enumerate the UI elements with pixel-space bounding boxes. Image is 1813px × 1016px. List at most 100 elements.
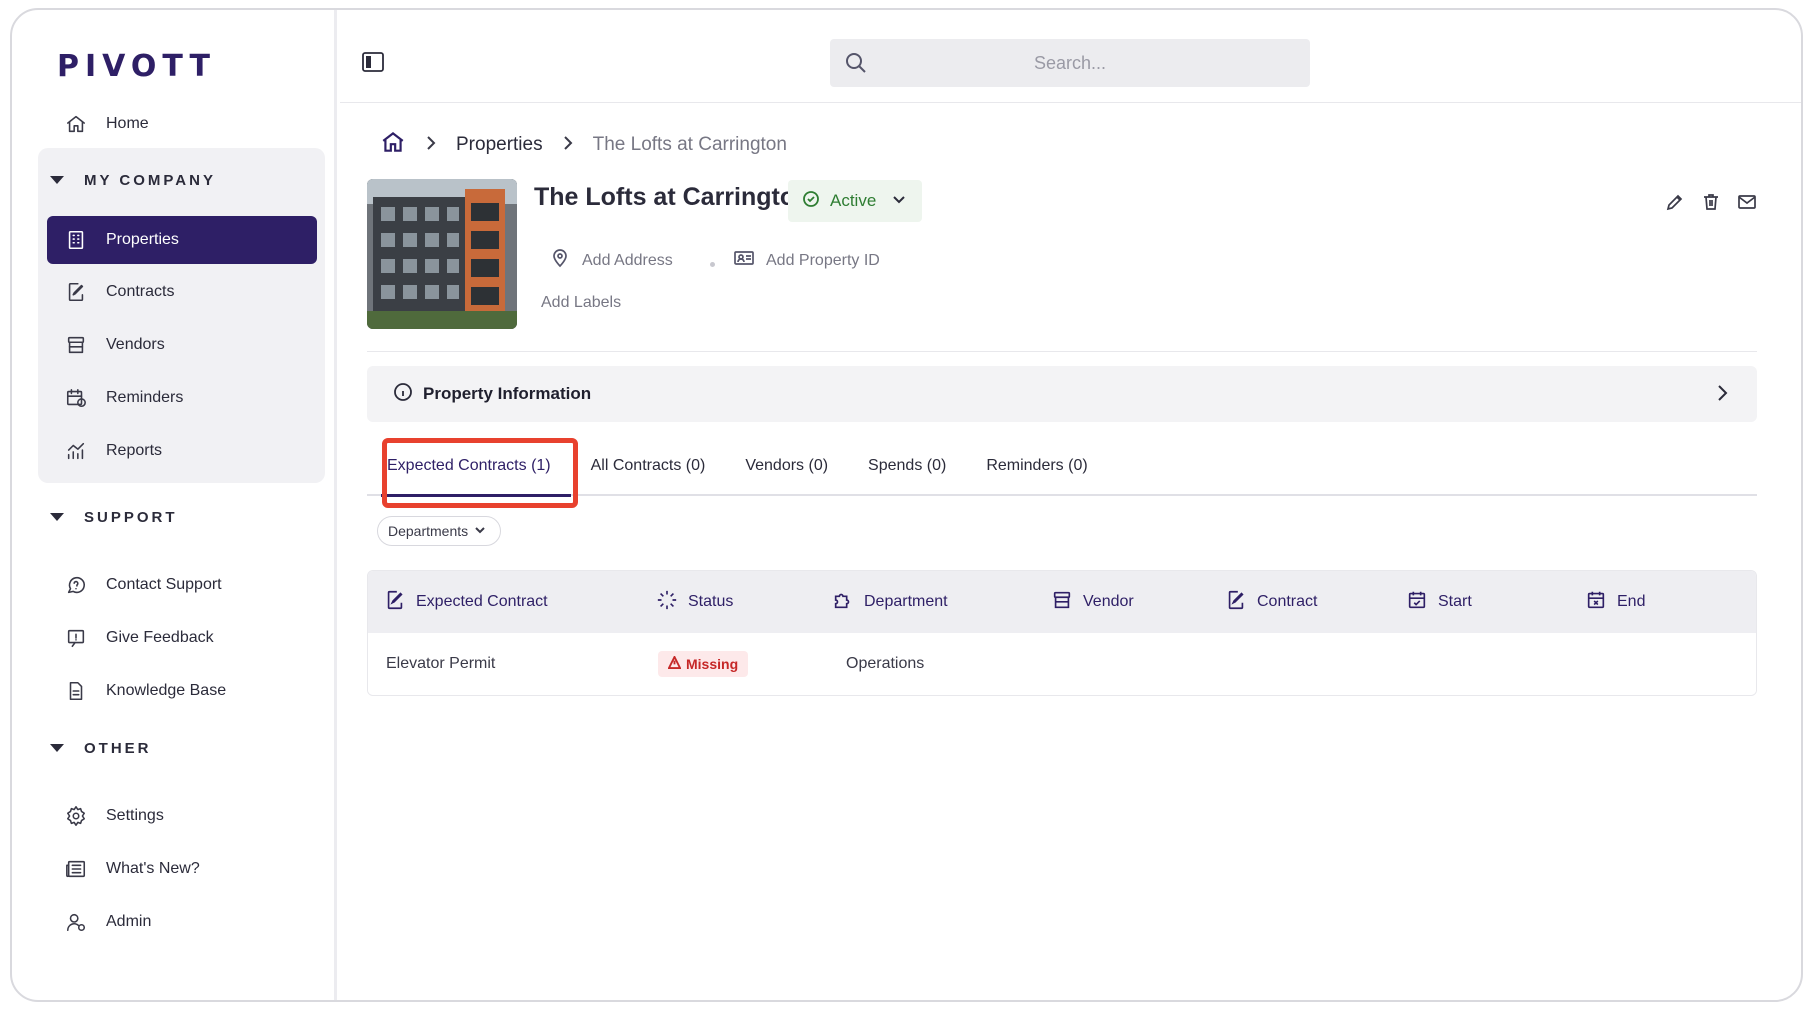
column-vendor[interactable]: Vendor	[1051, 571, 1134, 633]
sidebar-item-reports[interactable]: Reports	[64, 431, 324, 471]
section-other[interactable]: OTHER	[50, 736, 152, 760]
column-label: Contract	[1257, 593, 1318, 610]
sidebar-item-give-feedback[interactable]: Give Feedback	[64, 618, 324, 658]
sidebar-item-label: Knowledge Base	[106, 682, 227, 699]
sidebar-item-reminders[interactable]: Reminders	[64, 378, 324, 418]
sidebar-item-contracts[interactable]: Contracts	[64, 272, 324, 312]
sidebar-item-home[interactable]: Home	[64, 104, 324, 144]
home-icon	[64, 112, 88, 136]
sidebar-item-label: Give Feedback	[106, 629, 214, 646]
cell-department: Operations	[846, 655, 925, 672]
expected-contracts-table: Expected Contract Status Department Vend…	[367, 570, 1757, 696]
column-label: End	[1617, 593, 1646, 610]
header-actions	[1665, 192, 1757, 217]
sidebar-item-knowledge-base[interactable]: Knowledge Base	[64, 671, 324, 711]
add-labels-link[interactable]: Add Labels	[541, 294, 621, 312]
accordion-label: Property Information	[423, 384, 592, 403]
departments-filter[interactable]: Departments	[377, 516, 502, 546]
info-icon	[393, 382, 423, 407]
sidebar-item-admin[interactable]: Admin	[64, 902, 324, 942]
column-status[interactable]: Status	[656, 571, 733, 633]
tab-bar: Expected Contracts (1) All Contracts (0)…	[367, 437, 1757, 497]
gear-icon	[64, 804, 88, 828]
tab-spends[interactable]: Spends (0)	[848, 437, 966, 495]
column-start[interactable]: Start	[1406, 571, 1472, 633]
tab-expected-contracts[interactable]: Expected Contracts (1)	[367, 437, 571, 497]
contract-icon	[1225, 589, 1257, 616]
logo[interactable]: PIVOTT	[57, 46, 216, 86]
sidebar: PIVOTT Home MY COMPANY Properties Contra…	[12, 10, 337, 1000]
column-label: Department	[864, 593, 948, 610]
topbar	[340, 10, 1801, 103]
contract-icon	[64, 280, 88, 304]
edit-pencil-icon[interactable]	[1665, 192, 1685, 217]
table-row[interactable]: Elevator Permit Missing Operations	[368, 633, 1756, 695]
chat-help-icon	[64, 573, 88, 597]
property-photo	[367, 179, 517, 329]
add-property-id-link[interactable]: Add Property ID	[734, 248, 880, 273]
sidebar-item-label: Settings	[106, 807, 164, 824]
tab-reminders[interactable]: Reminders (0)	[966, 437, 1107, 495]
sidebar-item-label: Reminders	[106, 389, 184, 406]
calendar-clock-icon	[64, 386, 88, 410]
admin-user-icon	[64, 910, 88, 934]
sidebar-toggle-icon[interactable]	[362, 52, 384, 72]
building-icon	[64, 228, 88, 252]
sidebar-item-vendors[interactable]: Vendors	[64, 325, 324, 365]
column-label: Vendor	[1083, 593, 1134, 610]
search-icon	[832, 39, 880, 87]
breadcrumb-home-icon[interactable]	[380, 129, 406, 161]
sidebar-item-contact-support[interactable]: Contact Support	[64, 565, 324, 605]
status-badge-label: Missing	[686, 656, 739, 672]
sidebar-item-properties[interactable]: Properties	[47, 216, 317, 264]
section-title: MY COMPANY	[84, 171, 216, 189]
mail-icon[interactable]	[1737, 192, 1757, 217]
calendar-x-icon	[1585, 589, 1617, 616]
warning-icon	[667, 654, 686, 672]
caret-down-icon	[50, 513, 64, 521]
sidebar-item-label: Properties	[106, 231, 179, 248]
column-contract[interactable]: Contract	[1225, 571, 1317, 633]
sidebar-item-label: Contact Support	[106, 576, 222, 593]
add-address-link[interactable]: Add Address	[550, 248, 673, 273]
chevron-right-icon	[561, 134, 575, 156]
location-pin-icon	[550, 248, 582, 273]
sidebar-item-settings[interactable]: Settings	[64, 796, 324, 836]
sidebar-item-whats-new[interactable]: What's New?	[64, 849, 324, 889]
search-input[interactable]	[880, 52, 1260, 74]
filter-label: Departments	[388, 523, 469, 539]
column-label: Expected Contract	[416, 593, 548, 610]
status-dropdown[interactable]: Active	[788, 180, 922, 222]
status-badge: Missing	[658, 651, 749, 677]
chevron-down-icon	[468, 523, 486, 539]
section-support[interactable]: SUPPORT	[50, 505, 178, 529]
store-icon	[64, 333, 88, 357]
news-icon	[64, 857, 88, 881]
search-bar[interactable]	[830, 39, 1310, 87]
chart-icon	[64, 439, 88, 463]
property-information-accordion[interactable]: Property Information	[367, 366, 1757, 422]
chevron-right-icon	[424, 134, 438, 156]
add-property-id-label: Add Property ID	[766, 251, 880, 269]
column-expected-contract[interactable]: Expected Contract	[384, 571, 548, 633]
column-end[interactable]: End	[1585, 571, 1645, 633]
sidebar-item-label: What's New?	[106, 860, 200, 877]
section-title: SUPPORT	[84, 508, 178, 526]
tab-all-contracts[interactable]: All Contracts (0)	[571, 437, 726, 495]
sidebar-item-label: Home	[106, 115, 149, 132]
chevron-right-icon	[1713, 384, 1731, 407]
sidebar-item-label: Contracts	[106, 283, 175, 300]
breadcrumb: Properties The Lofts at Carrington	[380, 128, 787, 162]
feedback-icon	[64, 626, 88, 650]
trash-icon[interactable]	[1701, 192, 1721, 217]
tab-vendors[interactable]: Vendors (0)	[725, 437, 848, 495]
caret-down-icon	[50, 744, 64, 752]
caret-down-icon	[50, 176, 64, 184]
section-my-company[interactable]: MY COMPANY	[50, 168, 216, 192]
add-address-label: Add Address	[582, 251, 673, 269]
column-department[interactable]: Department	[832, 571, 948, 633]
sidebar-item-label: Reports	[106, 442, 163, 459]
cell-expected-contract: Elevator Permit	[386, 655, 496, 672]
breadcrumb-properties[interactable]: Properties	[456, 134, 543, 156]
contract-icon	[384, 589, 416, 616]
